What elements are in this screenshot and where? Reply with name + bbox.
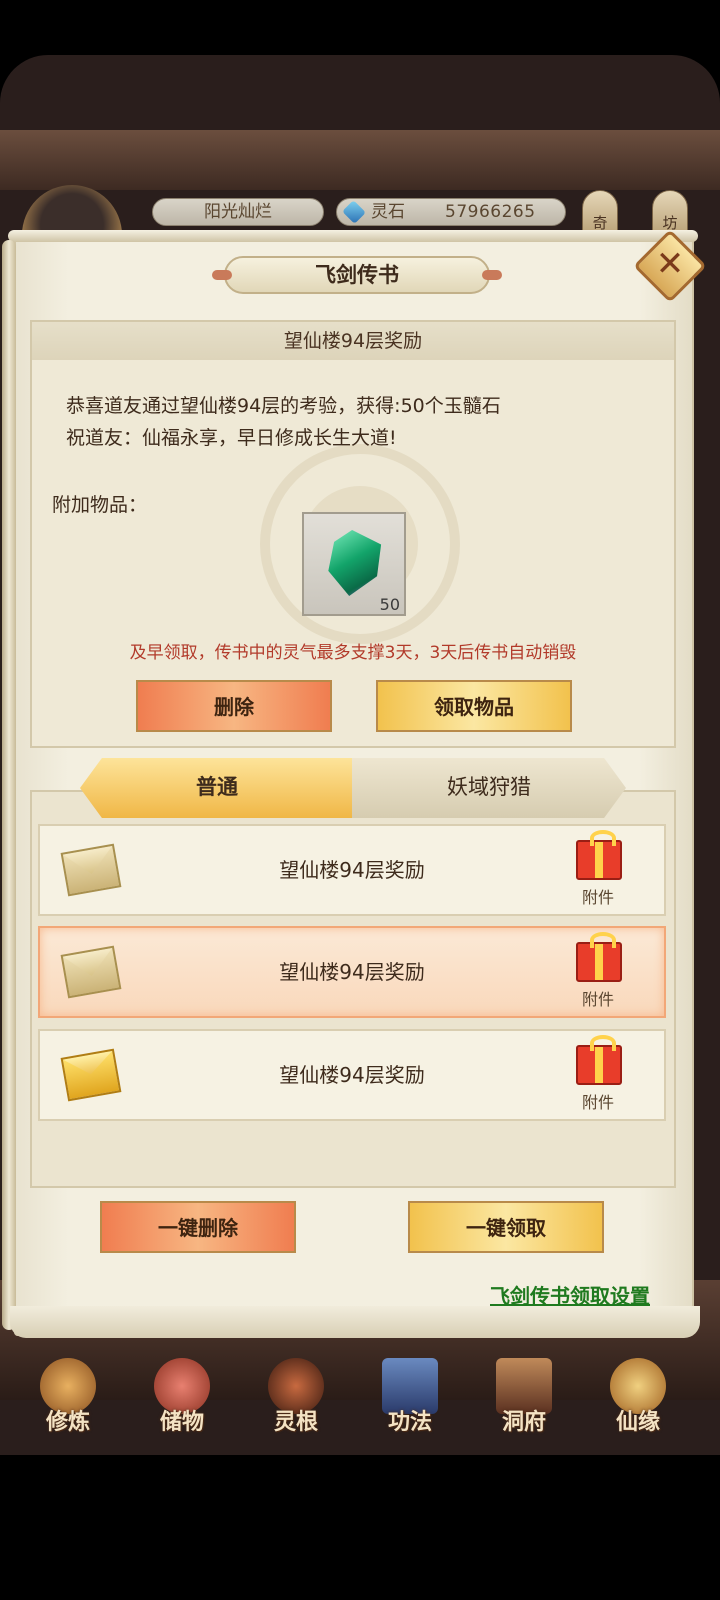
mail-list-item[interactable]: 望仙楼94层奖励 附件 [38,824,666,916]
jade-stone-icon [328,530,382,596]
resource-label: 灵石 [371,202,405,222]
scroll-rod-left [2,240,16,1330]
attachment-tag: 附件 [582,1093,615,1112]
mail-item-title: 望仙楼94层奖励 [279,858,425,882]
resource-value: 57966265 [445,202,536,222]
nav-label: 储物 [159,1410,204,1435]
nav-item-storage[interactable]: 储物 [132,1350,232,1440]
dialog-title: 飞剑传书 [212,256,502,294]
mail-detail-panel: 望仙楼94层奖励 恭喜道友通过望仙楼94层的考验，获得:50个玉髓石 祝道友：仙… [30,320,676,748]
mail-item-title: 望仙楼94层奖励 [279,1063,425,1087]
nav-label: 功法 [387,1410,432,1435]
nav-item-technique[interactable]: 功法 [360,1350,460,1440]
spirit-stone-icon [342,200,366,224]
gift-box-icon [576,830,622,880]
item-count: 50 [379,595,400,614]
nav-item-fate[interactable]: 仙缘 [588,1350,688,1440]
mail-body: 恭喜道友通过望仙楼94层的考验，获得:50个玉髓石 祝道友：仙福永享，早日修成长… [66,390,501,454]
nav-label: 仙缘 [615,1410,660,1435]
mail-subject: 望仙楼94层奖励 [32,322,674,360]
attachment-item-slot[interactable]: 50 [302,512,406,616]
claim-settings-link[interactable]: 飞剑传书领取设置 [490,1280,650,1309]
nav-label: 洞府 [501,1410,546,1435]
attachment-tag: 附件 [582,990,615,1009]
mail-item-title: 望仙楼94层奖励 [279,960,425,984]
nav-item-spirit-root[interactable]: 灵根 [246,1350,346,1440]
scroll-bottom-edge [10,1306,700,1338]
scroll-rod-top [8,230,698,242]
mail-list-item[interactable]: 望仙楼94层奖励 附件 [38,926,666,1018]
tab-normal[interactable]: 普通 [80,758,354,818]
claim-item-button[interactable]: 领取物品 [376,680,572,732]
delete-button[interactable]: 删除 [136,680,332,732]
player-name: 阳光灿烂 [152,198,324,226]
delete-all-button[interactable]: 一键删除 [100,1201,296,1253]
claim-all-button[interactable]: 一键领取 [408,1201,604,1253]
tab-demon-hunt[interactable]: 妖域狩猎 [352,758,626,818]
nav-label: 修炼 [45,1410,90,1435]
gift-box-icon [576,1035,622,1085]
gift-box-icon [576,932,622,982]
nav-item-cultivate[interactable]: 修炼 [18,1350,118,1440]
mail-body-line: 恭喜道友通过望仙楼94层的考验，获得:50个玉髓石 [66,395,501,417]
mail-list-item[interactable]: 望仙楼94层奖励 附件 [38,1029,666,1121]
spirit-stone-counter: 灵石 57966265 [336,198,566,226]
attachments-label: 附加物品： [52,494,148,516]
expiry-warning: 及早领取，传书中的灵气最多支撑3天，3天后传书自动销毁 [129,643,577,663]
nav-label: 灵根 [273,1410,318,1435]
mail-body-line: 祝道友：仙福永享，早日修成长生大道! [66,427,397,449]
game-header-background [0,130,720,190]
nav-item-cave[interactable]: 洞府 [474,1350,574,1440]
attachment-tag: 附件 [582,888,615,907]
close-icon[interactable]: ✕ [644,238,696,290]
